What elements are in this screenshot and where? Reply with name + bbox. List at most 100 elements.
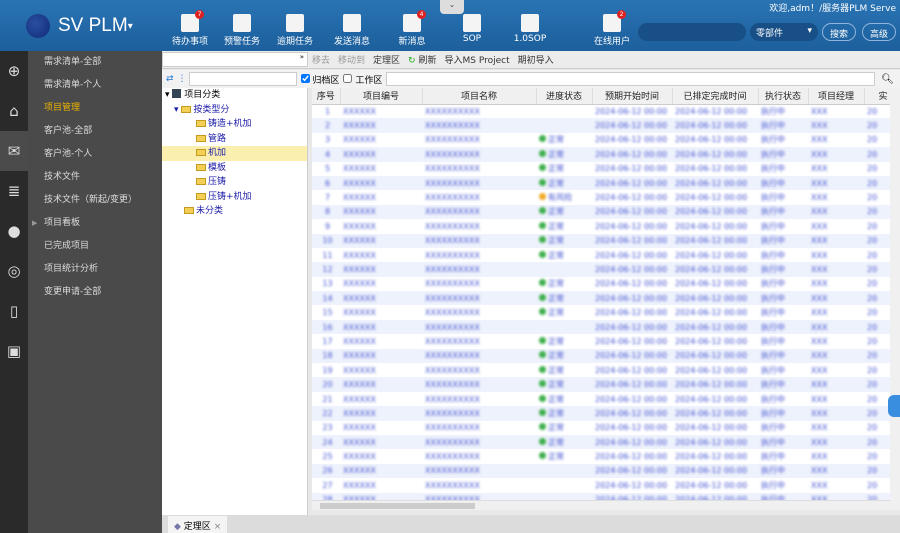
column-header[interactable]: 已排定完成时间 (672, 88, 759, 105)
side-panel-handle[interactable] (888, 395, 900, 417)
import-ms-project-button[interactable]: 导入MS Project (444, 53, 509, 66)
toolbar-book[interactable]: SOP (447, 14, 497, 44)
table-row[interactable]: 8 XXXXXX XXXXXXXXXX 正常 2024-06-12 00:00 2024-… (312, 204, 890, 220)
menu-item[interactable]: 客户池-个人 (28, 143, 162, 166)
table-row[interactable]: 23 XXXXXX XXXXXXXXXX 正常 2024-06-12 00:00 2024… (312, 421, 890, 435)
table-row[interactable]: 22 XXXXXX XXXXXXXXXX 正常 2024-06-12 00:00 2024… (312, 406, 890, 421)
toolbar-overdue-task[interactable]: 逾期任务 (270, 14, 320, 47)
status-dot-icon (539, 336, 546, 344)
column-header[interactable]: 项目编号 (340, 88, 423, 105)
table-row[interactable]: 14 XXXXXX XXXXXXXXXX 正常 2024-06-12 00:00 2024… (312, 291, 890, 306)
table-row[interactable]: 16 XXXXXX XXXXXXXXXX 2024-06-12 00:00 2024-0… (312, 319, 890, 335)
tree-node[interactable]: 机加 (162, 146, 307, 161)
table-row[interactable]: 20 XXXXXX XXXXXXXXXX 正常 2024-06-12 00:00 2024… (312, 377, 890, 392)
table-row[interactable]: 17 XXXXXX XXXXXXXXXX 正常 2024-06-12 00:00 2024… (312, 334, 890, 348)
menu-item[interactable]: 技术文件（新起/变更） (28, 189, 162, 212)
global-search-input[interactable] (638, 23, 746, 41)
delete-button[interactable]: 移去 (312, 53, 330, 66)
table-row[interactable]: 5 XXXXXX XXXXXXXXXX 正常 2024-06-12 00:00 2024-… (312, 162, 890, 176)
column-header[interactable]: 实 (864, 88, 890, 105)
tree-filter-input[interactable] (188, 72, 297, 86)
toolbar-todo[interactable]: 7 待办事项 (165, 10, 215, 47)
menu-item[interactable]: 项目统计分析 (28, 258, 162, 281)
tree-root[interactable]: ▾ 项目分类 (162, 88, 307, 103)
table-row[interactable]: 11 XXXXXX XXXXXXXXXX 正常 2024-06-12 00:00 2024… (312, 248, 890, 262)
table-row[interactable]: 21 XXXXXX XXXXXXXXXX 正常 2024-06-12 00:00 2024… (312, 392, 890, 406)
search-icon[interactable]: 🔍︎ (881, 74, 894, 85)
toolbar-new-message[interactable]: 4 新消息 (387, 10, 437, 47)
move-button[interactable]: 移动到 (338, 53, 365, 66)
table-row[interactable]: 7 XXXXXX XXXXXXXXXX 有风险 2024-06-12 00:00 2024… (312, 190, 890, 204)
column-header[interactable]: 项目经理 (808, 88, 865, 105)
database-icon[interactable]: ≣ (0, 171, 28, 211)
tree-node[interactable]: 压铸+机加 (162, 190, 307, 205)
archive-checkbox[interactable]: 归档区 (300, 73, 339, 86)
collapse-header-button[interactable]: ⌄ (440, 0, 464, 14)
menu-item[interactable]: 客户池-全部 (28, 120, 162, 143)
menu-item[interactable]: 已完成项目 (28, 235, 162, 258)
table-row[interactable]: 6 XXXXXX XXXXXXXXXX 正常 2024-06-12 00:00 2024-… (312, 175, 890, 191)
table-row[interactable]: 10 XXXXXX XXXXXXXXXX 正常 2024-06-12 00:00 2024… (312, 233, 890, 248)
view-combo[interactable]: » (162, 52, 308, 67)
tree-node-uncategorized[interactable]: 未分类 (162, 204, 307, 219)
table-search-input[interactable] (386, 72, 876, 86)
book-icon[interactable]: ▯ (0, 291, 28, 331)
toolbar-online-users[interactable]: 2 在线用户 (587, 10, 637, 47)
tree-node[interactable]: 压铸 (162, 175, 307, 190)
menu-item[interactable]: 需求清单-全部 (28, 51, 162, 74)
menu-item[interactable]: ▶ 项目看板 (28, 212, 162, 235)
table-cell: 20 (864, 262, 890, 277)
toolbar-warning-task[interactable]: 预警任务 (217, 14, 267, 47)
tree-node[interactable]: 模板 (162, 161, 307, 176)
column-header[interactable]: 项目名称 (422, 88, 537, 105)
mail-icon[interactable]: ✉ (0, 131, 28, 171)
refresh-button[interactable]: ↻ 刷新 (408, 53, 436, 66)
table-row[interactable]: 25 XXXXXX XXXXXXXXXX 正常 2024-06-12 00:00 2024… (312, 449, 890, 463)
table-row[interactable]: 28 XXXXXX XXXXXXXXXX 2024-06-12 00:00 2024-0… (312, 492, 890, 500)
broadcast-icon[interactable]: ◎ (0, 251, 28, 291)
search-button[interactable]: 搜索 (822, 23, 857, 41)
tree-expand-icon[interactable]: ⋮ (178, 74, 187, 84)
column-header[interactable]: 执行状态 (758, 88, 809, 105)
advanced-search-button[interactable]: 高级 (862, 23, 897, 41)
menu-item[interactable]: 项目管理 (28, 97, 162, 120)
sync-icon[interactable]: ⇄ (166, 74, 174, 84)
toolbar-book[interactable]: 1.0SOP (505, 14, 555, 44)
vertical-scrollbar[interactable] (890, 88, 900, 510)
table-row[interactable]: 27 XXXXXX XXXXXXXXXX 2024-06-12 00:00 2024-0… (312, 478, 890, 492)
menu-item[interactable]: 技术文件 (28, 166, 162, 189)
tree-node[interactable]: 铸造+机加 (162, 117, 307, 132)
app-logo[interactable]: SV PLM ▾ (26, 14, 133, 38)
table-row[interactable]: 1 XXXXXX XXXXXXXXXX 2024-06-12 00:00 2024-06… (312, 104, 890, 118)
table-row[interactable]: 12 XXXXXX XXXXXXXXXX 2024-06-12 00:00 2024-0… (312, 262, 890, 277)
tab-locate-area[interactable]: ◆ 定理区 × (168, 516, 228, 533)
table-row[interactable]: 18 XXXXXX XXXXXXXXXX 正常 2024-06-12 00:00 2024… (312, 348, 890, 364)
status-dot-icon (539, 193, 546, 201)
table-row[interactable]: 13 XXXXXX XXXXXXXXXX 正常 2024-06-12 00:00 2024… (312, 277, 890, 291)
table-row[interactable]: 19 XXXXXX XXXXXXXXXX 正常 2024-06-12 00:00 2024… (312, 363, 890, 377)
table-row[interactable]: 9 XXXXXX XXXXXXXXXX 正常 2024-06-12 00:00 2024-… (312, 219, 890, 233)
table-row[interactable]: 24 XXXXXX XXXXXXXXXX 正常 2024-06-12 00:00 2024… (312, 434, 890, 450)
search-portal-icon[interactable]: ⊕ (0, 51, 28, 91)
search-type-select[interactable]: 零部件 ▾ (750, 23, 818, 41)
work-checkbox[interactable]: 工作区 (343, 73, 382, 86)
tree-group[interactable]: ▾ 按类型分 (162, 103, 307, 118)
home-icon[interactable]: ⌂ (0, 91, 28, 131)
table-row[interactable]: 2 XXXXXX XXXXXXXXXX 2024-06-12 00:00 2024-06… (312, 118, 890, 133)
column-header[interactable]: 预期开始时间 (592, 88, 673, 105)
table-row[interactable]: 3 XXXXXX XXXXXXXXXX 正常 2024-06-12 00:00 2024-… (312, 133, 890, 147)
toolbar-send-message[interactable]: 发送消息 (327, 14, 377, 47)
column-header[interactable]: 进度状态 (536, 88, 593, 105)
id-card-icon[interactable]: ▣ (0, 331, 28, 371)
table-row[interactable]: 4 XXXXXX XXXXXXXXXX 正常 2024-06-12 00:00 2024-… (312, 147, 890, 162)
table-row[interactable]: 26 XXXXXX XXXXXXXXXX 2024-06-12 00:00 2024-0… (312, 463, 890, 479)
chat-icon[interactable]: ● (0, 211, 28, 251)
menu-item[interactable]: 变更申请-全部 (28, 281, 162, 304)
locate-button[interactable]: 定理区 (373, 53, 400, 66)
column-header[interactable]: 序号 (312, 88, 341, 105)
horizontal-scrollbar[interactable] (312, 500, 890, 510)
tree-node[interactable]: 管路 (162, 132, 307, 147)
menu-item[interactable]: 需求清单-个人 (28, 74, 162, 97)
initial-import-button[interactable]: 期初导入 (518, 53, 554, 66)
table-row[interactable]: 15 XXXXXX XXXXXXXXXX 正常 2024-06-12 00:00 2024… (312, 305, 890, 319)
